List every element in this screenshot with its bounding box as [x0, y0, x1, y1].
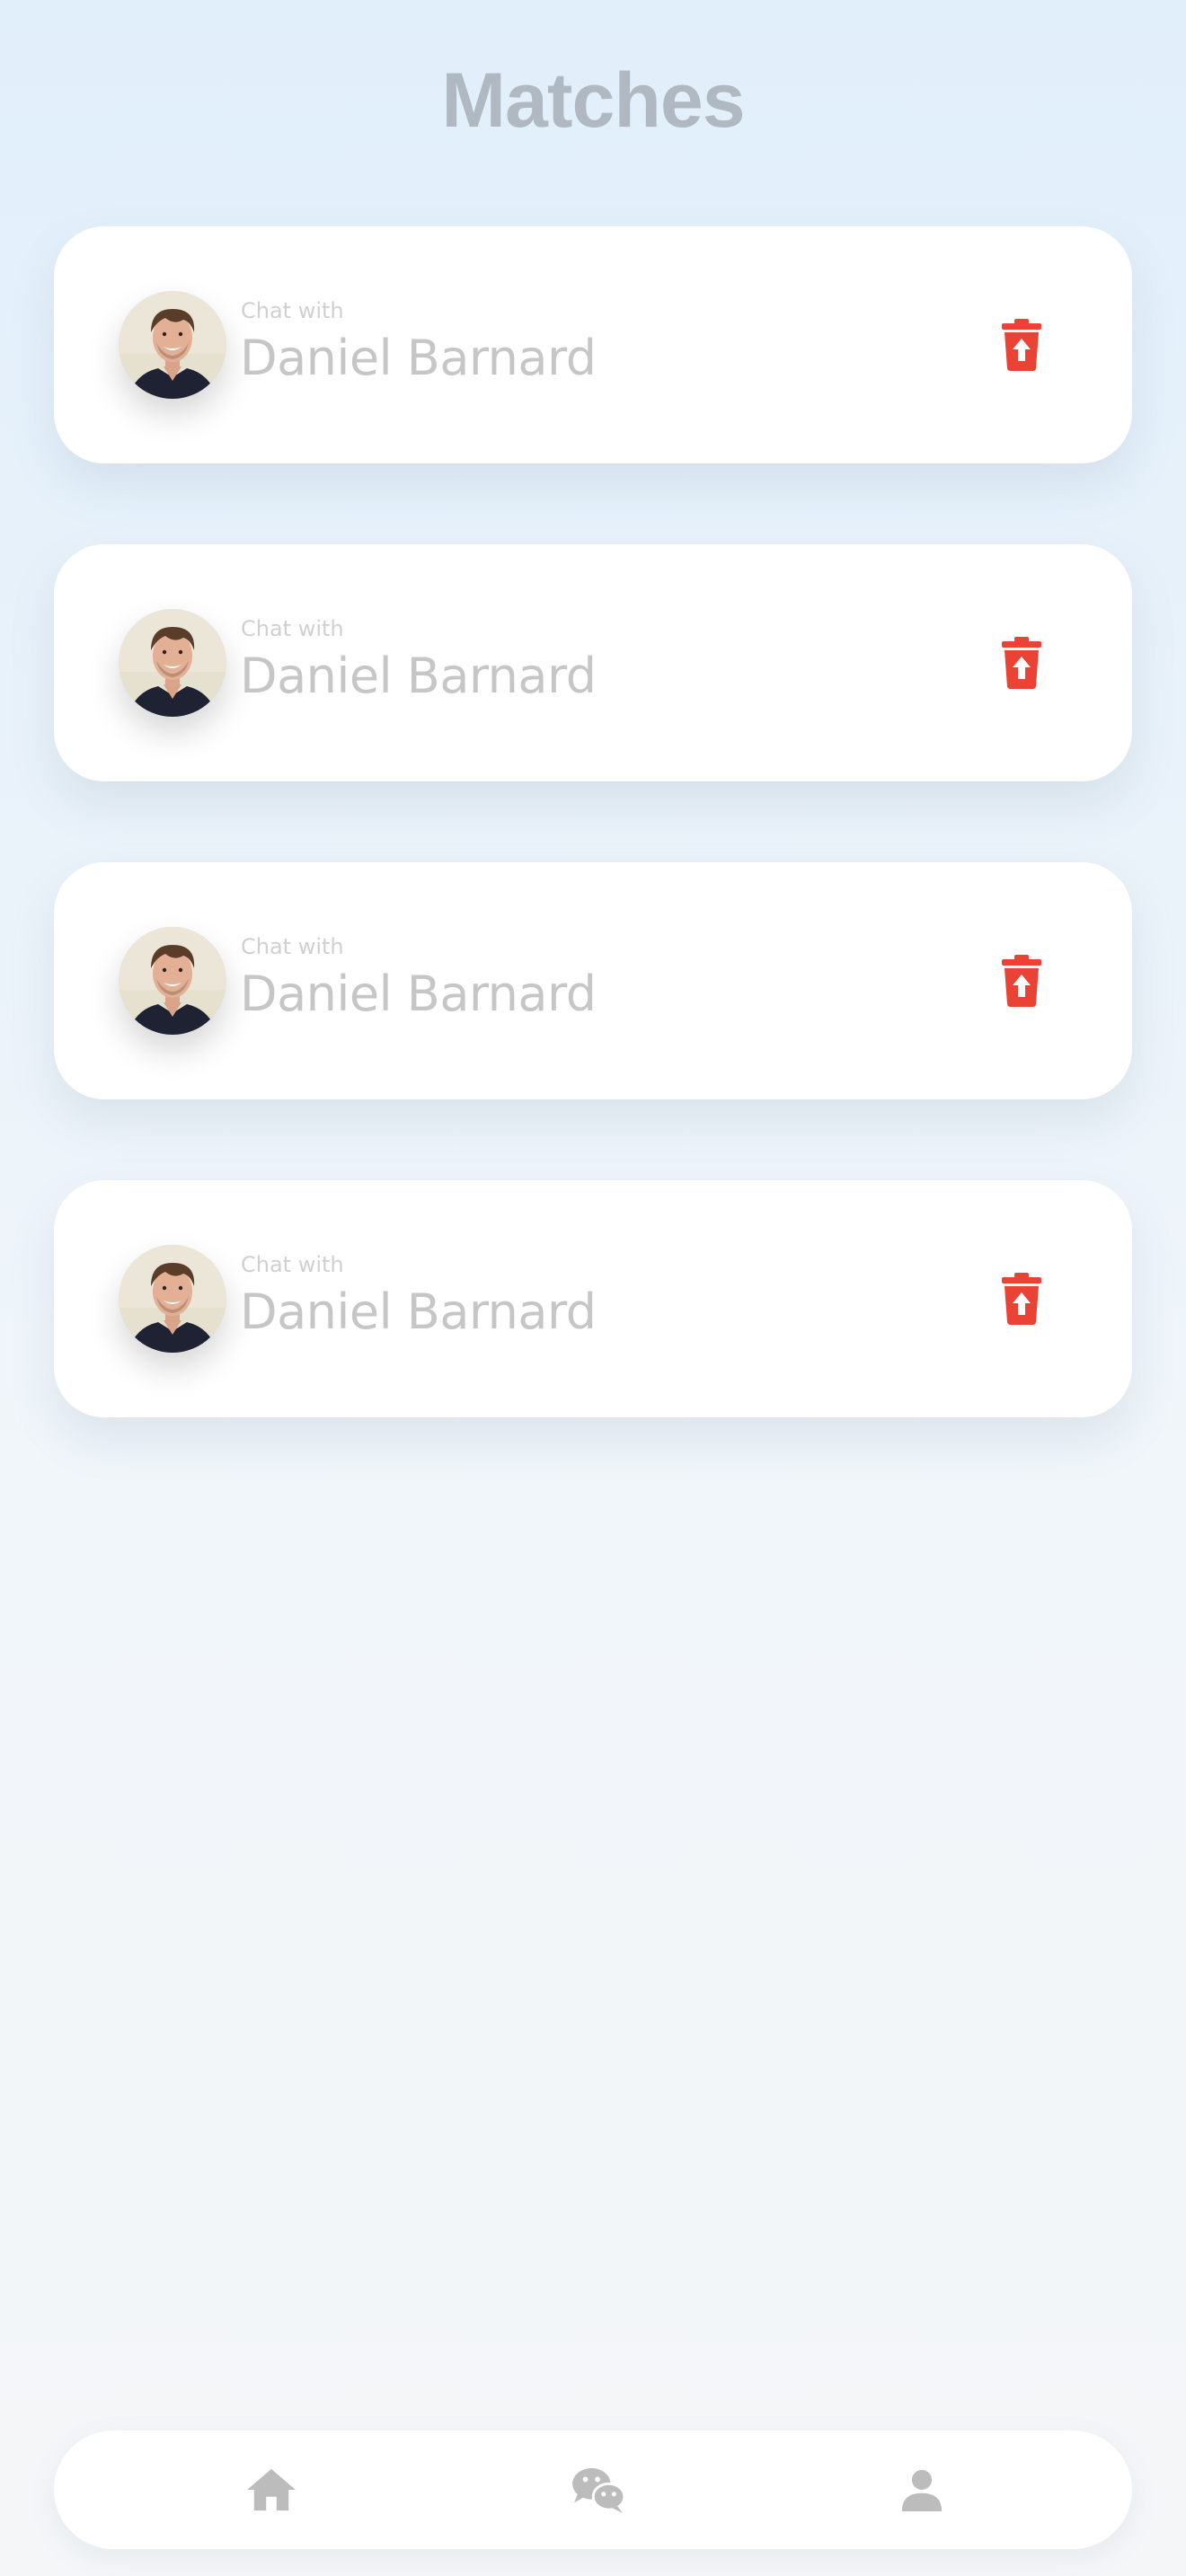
chat-with-label: Chat with [241, 1252, 344, 1277]
match-name: Daniel Barnard [240, 966, 597, 1022]
trash-restore-icon [1002, 637, 1041, 689]
avatar[interactable] [119, 609, 226, 717]
home-icon [247, 2468, 296, 2511]
trash-restore-icon [1002, 955, 1041, 1007]
avatar[interactable] [119, 1245, 226, 1353]
match-name: Daniel Barnard [240, 648, 597, 704]
delete-match-button[interactable] [990, 313, 1053, 377]
chat-with-label: Chat with [241, 298, 344, 323]
match-name: Daniel Barnard [240, 330, 597, 386]
match-list: Chat with Daniel Barnard Chat with Danie… [54, 226, 1132, 1498]
chat-with-label: Chat with [241, 934, 344, 959]
delete-match-button[interactable] [990, 631, 1053, 695]
delete-match-button[interactable] [990, 948, 1053, 1013]
delete-match-button[interactable] [990, 1266, 1053, 1331]
trash-restore-icon [1002, 1273, 1041, 1325]
page-title: Matches [441, 57, 745, 144]
wechat-icon [572, 2467, 626, 2513]
user-icon [901, 2469, 943, 2511]
match-card[interactable]: Chat with Daniel Barnard [54, 226, 1132, 463]
avatar[interactable] [119, 927, 226, 1035]
nav-chat-button[interactable] [570, 2463, 627, 2517]
match-name: Daniel Barnard [240, 1284, 597, 1340]
nav-profile-button[interactable] [893, 2463, 951, 2517]
avatar[interactable] [119, 291, 226, 399]
trash-restore-icon [1002, 319, 1041, 371]
match-card[interactable]: Chat with Daniel Barnard [54, 1180, 1132, 1417]
nav-home-button[interactable] [243, 2463, 300, 2517]
chat-with-label: Chat with [241, 616, 344, 641]
match-card[interactable]: Chat with Daniel Barnard [54, 862, 1132, 1099]
bottom-nav [54, 2430, 1132, 2549]
match-card[interactable]: Chat with Daniel Barnard [54, 544, 1132, 781]
